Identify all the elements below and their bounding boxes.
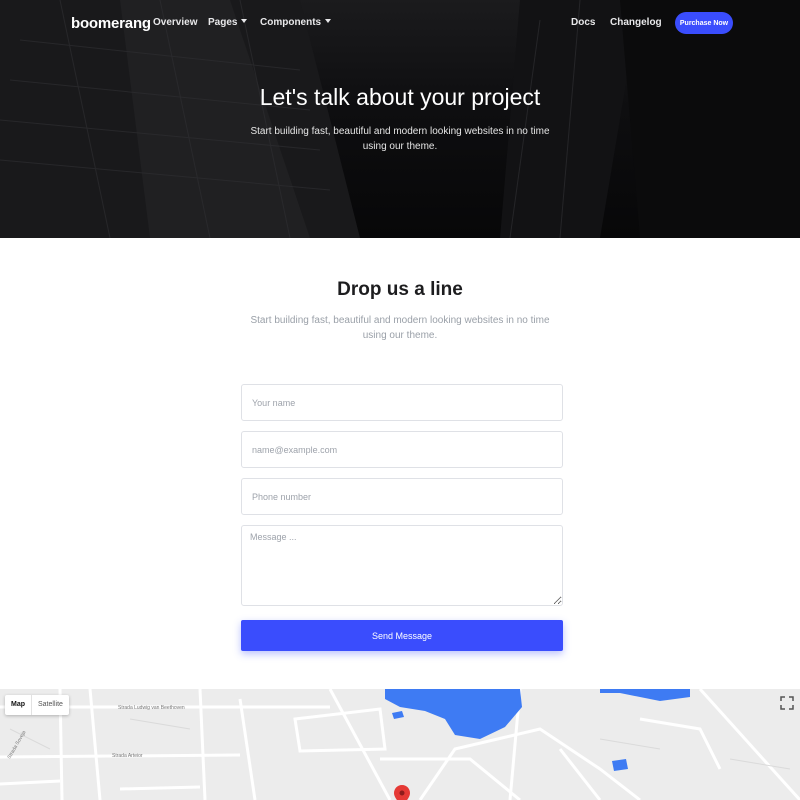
map-canvas[interactable]: Strada Ludwig van Beethoven Strada Artei… xyxy=(0,689,800,800)
nav-link-components[interactable]: Components xyxy=(260,17,332,28)
map-type-toggle: Map Satellite xyxy=(5,695,69,715)
hero-section: boomerang Overview Pages Components Docs… xyxy=(0,0,800,238)
fullscreen-icon[interactable] xyxy=(780,696,794,710)
caret-down-icon xyxy=(325,19,332,23)
brand-logo[interactable]: boomerang xyxy=(71,15,151,32)
street-label: Strada Ludwig van Beethoven xyxy=(118,705,185,711)
nav-link-overview[interactable]: Overview xyxy=(153,17,197,28)
nav-link-docs[interactable]: Docs xyxy=(571,17,595,28)
map-type-satellite[interactable]: Satellite xyxy=(31,695,69,715)
nav-link-changelog[interactable]: Changelog xyxy=(610,17,662,28)
phone-input[interactable] xyxy=(241,478,563,515)
nav-link-components-label: Components xyxy=(260,17,322,28)
map-embed[interactable]: Strada Ludwig van Beethoven Strada Artei… xyxy=(0,689,800,800)
send-message-button[interactable]: Send Message xyxy=(241,620,563,651)
email-input[interactable] xyxy=(241,431,563,468)
hero-subtitle: Start building fast, beautiful and moder… xyxy=(250,126,550,152)
name-input[interactable] xyxy=(241,384,563,421)
map-type-map[interactable]: Map xyxy=(5,695,31,715)
message-textarea[interactable] xyxy=(241,525,563,606)
navbar: boomerang Overview Pages Components Docs… xyxy=(0,0,800,46)
map-marker-icon[interactable] xyxy=(394,785,410,800)
street-label: Strada Arteior xyxy=(112,753,143,759)
purchase-button[interactable]: Purchase Now xyxy=(675,12,733,34)
hero-title: Let's talk about your project xyxy=(259,84,541,110)
nav-link-pages[interactable]: Pages xyxy=(208,17,248,28)
contact-title: Drop us a line xyxy=(337,279,463,300)
nav-link-pages-label: Pages xyxy=(208,17,238,28)
contact-subtitle: Start building fast, beautiful and moder… xyxy=(250,315,550,341)
caret-down-icon xyxy=(241,19,248,23)
